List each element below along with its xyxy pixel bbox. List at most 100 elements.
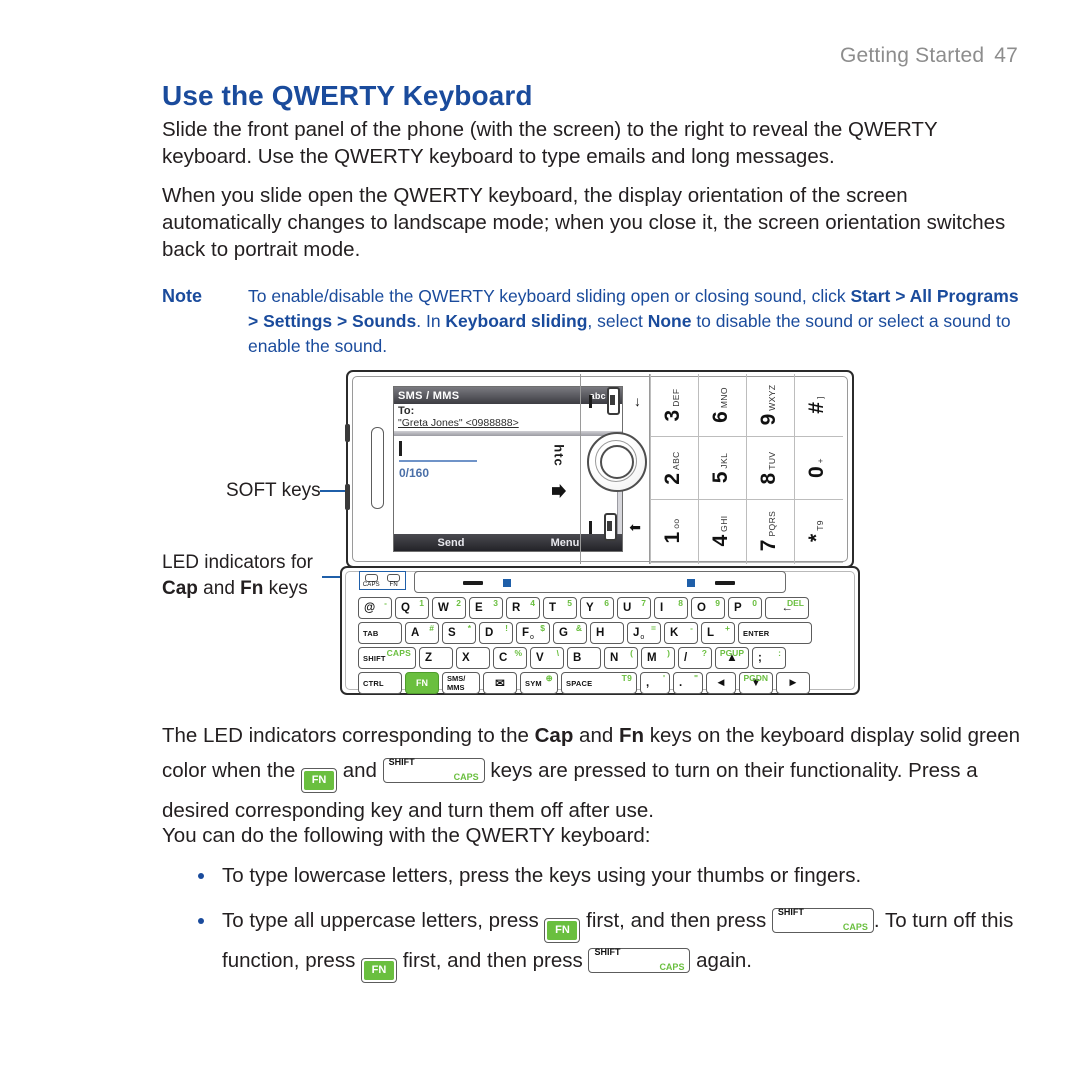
inline-shift-label: SHIFT xyxy=(388,757,415,767)
bullet-dot xyxy=(198,918,204,924)
keypad-key[interactable]: 7 PQRS xyxy=(747,500,795,563)
keyboard-key[interactable]: . " xyxy=(673,672,703,694)
keyboard-key[interactable]: SYM ⊕ xyxy=(520,672,558,694)
keypad-key[interactable]: * T9 xyxy=(795,500,843,563)
keyboard-key[interactable]: V \ xyxy=(530,647,564,669)
keyboard-key[interactable]: M) xyxy=(641,647,675,669)
note-bold-none: None xyxy=(647,311,692,331)
key-label: ◄ xyxy=(715,677,727,689)
keypad-key[interactable]: 8 TUV xyxy=(747,437,795,500)
keyboard-key[interactable]: K- xyxy=(664,622,698,644)
led-desc-1: The LED indicators corresponding to the xyxy=(162,724,535,747)
keypad-key[interactable]: #] xyxy=(795,374,843,437)
keypad-key[interactable]: 3 DEF xyxy=(651,374,699,437)
keyboard-key[interactable]: ;: xyxy=(752,647,786,669)
keyboard-key[interactable]: ► xyxy=(776,672,810,694)
key-label: U xyxy=(623,602,632,614)
keyboard-key[interactable]: Fo $ xyxy=(516,622,550,644)
led-desc-fn: Fn xyxy=(618,724,645,747)
keypad-key[interactable]: 0 + xyxy=(795,437,843,500)
keyboard-key[interactable]: H xyxy=(590,622,624,644)
keyboard-key[interactable]: ENTER xyxy=(738,622,812,644)
inline-caps-label: CAPS xyxy=(659,962,685,972)
key-alt-label: " xyxy=(693,673,698,683)
keyboard-key[interactable]: ▲ PGUP xyxy=(715,647,749,669)
keyboard-key[interactable]: SPACE T9 xyxy=(561,672,637,694)
keyboard-key[interactable]: /? xyxy=(678,647,712,669)
keyboard-key[interactable]: CTRL xyxy=(358,672,402,694)
keyboard-key[interactable]: A # xyxy=(405,622,439,644)
keyboard-key[interactable]: W2 xyxy=(432,597,466,619)
inline-fn-key: FN xyxy=(361,958,398,983)
key-label: @ xyxy=(364,602,376,614)
keyboard-key[interactable]: N( xyxy=(604,647,638,669)
keyboard-key[interactable]: P0 xyxy=(728,597,762,619)
keyboard-key[interactable]: SMS/MMS xyxy=(442,672,480,694)
key-alt-label: 3 xyxy=(493,598,498,608)
key-alt-label: 0 xyxy=(752,598,757,608)
keyboard-key[interactable]: ◄ xyxy=(706,672,736,694)
keyboard-key[interactable]: S * xyxy=(442,622,476,644)
inline-fn-key: FN xyxy=(544,918,581,943)
keyboard-key[interactable]: @ - xyxy=(358,597,392,619)
led-desc-2: and xyxy=(573,724,619,747)
keyboard-key[interactable]: Q1 xyxy=(395,597,429,619)
key-label: , xyxy=(646,677,650,689)
keyboard-key[interactable]: ← DEL xyxy=(765,597,809,619)
keypad-key[interactable]: 9 WXYZ xyxy=(747,374,795,437)
key-label: L xyxy=(707,627,715,639)
keypad-key[interactable]: 2 ABC xyxy=(651,437,699,500)
keyboard-key[interactable]: E3 xyxy=(469,597,503,619)
keyboard-key[interactable]: TAB xyxy=(358,622,402,644)
key-alt-label: \ xyxy=(556,648,559,658)
note-bold-keyboard-sliding: Keyboard sliding xyxy=(445,311,588,331)
key-alt-label: 2 xyxy=(456,598,461,608)
keypad-key[interactable]: 4 GHI xyxy=(699,500,747,563)
keyboard-key[interactable]: SHIFT CAPS xyxy=(358,647,416,669)
key-alt-label: ) xyxy=(667,648,670,658)
note-label: Note xyxy=(162,286,202,306)
keyboard-key[interactable]: Y6 xyxy=(580,597,614,619)
keyboard-key[interactable]: U7 xyxy=(617,597,651,619)
callout-led-and: and xyxy=(197,578,241,599)
keyboard-key[interactable]: FN xyxy=(405,672,439,694)
keyboard-key[interactable]: I8 xyxy=(654,597,688,619)
soft-key-bottom: ⬅ xyxy=(585,513,645,541)
keypad-key-number: * xyxy=(805,533,828,542)
led-indicator-group: CAPS FN xyxy=(359,571,406,590)
keypad-key-letters: TUV xyxy=(767,451,777,470)
keyboard-key[interactable]: L + xyxy=(701,622,735,644)
keypad-key[interactable]: 6 MNO xyxy=(699,374,747,437)
key-label: SYM xyxy=(525,678,542,688)
screen-title: SMS / MMS xyxy=(398,389,460,402)
keypad-column: 1 oo 2 ABC 3 DEF xyxy=(650,374,699,564)
soft-key-slot-top xyxy=(606,387,620,415)
keypad-column: 4 GHI 5 JKL 6 MNO xyxy=(698,374,747,564)
note-text-2: . In xyxy=(416,311,446,331)
keypad-key[interactable]: 5 JKL xyxy=(699,437,747,500)
phone-upper-body: SMS / MMS abc To: "Greta Jones" <0988888… xyxy=(345,370,854,568)
keyboard-key[interactable]: G & xyxy=(553,622,587,644)
keyboard-key[interactable]: Z xyxy=(419,647,453,669)
keyboard-key[interactable]: X xyxy=(456,647,490,669)
key-label: W xyxy=(438,602,449,614)
paragraph-orientation: When you slide open the QWERTY keyboard,… xyxy=(162,184,1006,261)
keyboard-key[interactable]: O9 xyxy=(691,597,725,619)
keyboard-key[interactable]: Jo = xyxy=(627,622,661,644)
phone-illustration: SMS / MMS abc To: "Greta Jones" <0988888… xyxy=(340,370,860,695)
soft-key-slot-bottom xyxy=(604,513,618,541)
keyboard-key[interactable]: ▼ PGDN xyxy=(739,672,773,694)
keypad-key[interactable]: 1 oo xyxy=(651,500,699,563)
key-alt-label: 1 xyxy=(419,598,424,608)
soft-key-top: ↓ xyxy=(585,387,645,415)
bullet-2-text-f: again. xyxy=(690,949,753,972)
keyboard-key[interactable]: C% xyxy=(493,647,527,669)
led-dot-left xyxy=(503,579,511,587)
keyboard-key[interactable]: ✉ xyxy=(483,672,517,694)
keyboard-key[interactable]: , ' xyxy=(640,672,670,694)
key-label: Z xyxy=(425,652,433,664)
keyboard-key[interactable]: B xyxy=(567,647,601,669)
keyboard-key[interactable]: T5 xyxy=(543,597,577,619)
keyboard-key[interactable]: R4 xyxy=(506,597,540,619)
keyboard-key[interactable]: D! xyxy=(479,622,513,644)
